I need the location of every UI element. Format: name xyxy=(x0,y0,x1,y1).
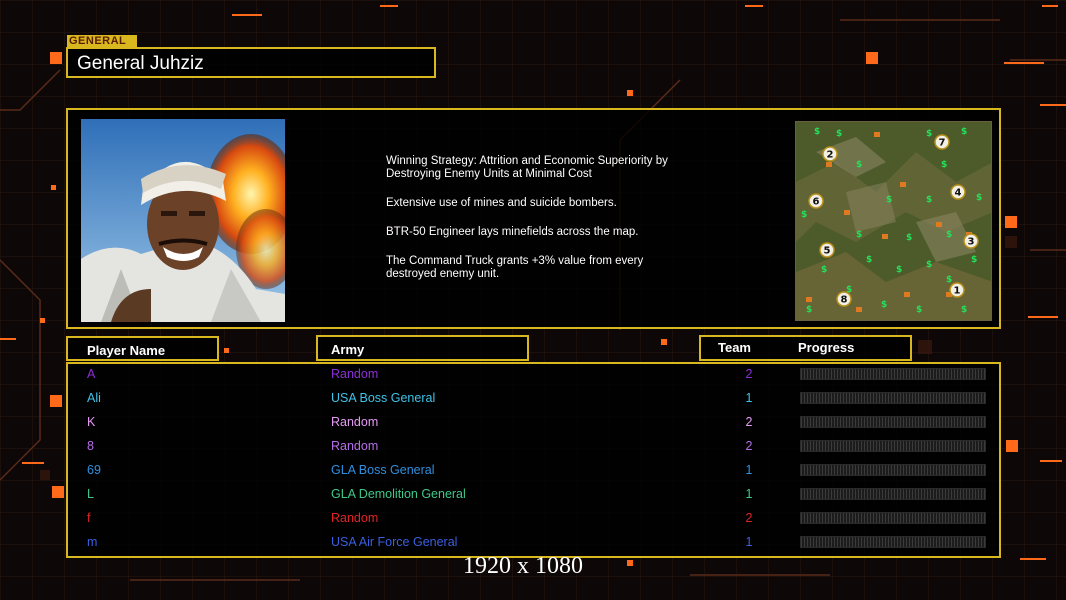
start-position-number: 7 xyxy=(939,138,946,149)
general-tag: GENERAL xyxy=(67,35,137,47)
column-header-army: Army xyxy=(316,335,529,361)
svg-text:$: $ xyxy=(856,230,862,240)
progress-bar xyxy=(800,464,986,476)
player-name: A xyxy=(87,367,96,381)
player-name: f xyxy=(87,511,91,525)
svg-text:$: $ xyxy=(961,127,967,137)
column-header-team: Team xyxy=(718,340,751,355)
svg-text:$: $ xyxy=(971,255,977,265)
start-position-number: 4 xyxy=(955,188,962,199)
svg-text:$: $ xyxy=(821,265,827,275)
svg-text:$: $ xyxy=(926,195,932,205)
player-row: A Random 2 xyxy=(68,364,999,388)
start-position-number: 1 xyxy=(954,286,961,297)
player-team: 1 xyxy=(745,463,753,477)
column-header-progress: Progress xyxy=(798,340,855,355)
general-name-box: General Juhziz xyxy=(66,47,436,78)
player-army: Random xyxy=(331,367,379,381)
column-header-team-progress: Team Progress xyxy=(699,335,912,361)
svg-text:$: $ xyxy=(836,129,842,139)
svg-text:$: $ xyxy=(856,160,862,170)
start-position-number: 2 xyxy=(827,150,834,161)
player-army: Random xyxy=(331,415,379,429)
progress-bar xyxy=(800,512,986,524)
player-row: L GLA Demolition General 1 xyxy=(68,484,999,508)
svg-text:$: $ xyxy=(806,305,812,315)
general-name: General Juhziz xyxy=(77,53,204,74)
player-row: 69 GLA Boss General 1 xyxy=(68,460,999,484)
strategy-line: Winning Strategy: Attrition and Economic… xyxy=(386,155,668,180)
svg-text:$: $ xyxy=(896,265,902,275)
player-team: 2 xyxy=(745,367,753,381)
player-row: K Random 2 xyxy=(68,412,999,436)
player-name: m xyxy=(87,535,98,549)
svg-text:$: $ xyxy=(941,160,947,170)
player-name: K xyxy=(87,415,96,429)
svg-text:$: $ xyxy=(866,255,872,265)
player-row: Ali USA Boss General 1 xyxy=(68,388,999,412)
player-team: 1 xyxy=(745,535,753,549)
svg-text:$: $ xyxy=(946,275,952,285)
player-army: GLA Demolition General xyxy=(331,487,466,501)
start-position-number: 5 xyxy=(824,246,831,257)
progress-bar xyxy=(800,392,986,404)
player-team: 1 xyxy=(745,391,753,405)
player-name: 8 xyxy=(87,439,94,453)
player-army: Random xyxy=(331,511,379,525)
general-portrait xyxy=(81,119,285,322)
svg-text:$: $ xyxy=(926,129,932,139)
svg-text:$: $ xyxy=(886,195,892,205)
player-list: A Random 2 Ali USA Boss General 1 K Random 2 8 Ran… xyxy=(66,362,1001,558)
player-team: 2 xyxy=(745,511,753,525)
svg-text:$: $ xyxy=(814,127,820,137)
player-team: 2 xyxy=(745,439,753,453)
resolution-label: 1920 x 1080 xyxy=(463,553,583,579)
progress-bar xyxy=(800,488,986,500)
map-preview[interactable]: $ $ $ $ $ $ $ $ $ $ $ $ $ $ $ $ $ $ $ $ $ $ $ $ 27643518 xyxy=(795,121,992,321)
svg-text:$: $ xyxy=(946,230,952,240)
svg-text:$: $ xyxy=(881,300,887,310)
player-name: L xyxy=(87,487,94,501)
progress-bar xyxy=(800,536,986,548)
svg-text:$: $ xyxy=(916,305,922,315)
svg-text:$: $ xyxy=(926,260,932,270)
progress-bar xyxy=(800,440,986,452)
player-army: USA Boss General xyxy=(331,391,436,405)
general-info-panel: Winning Strategy: Attrition and Economic… xyxy=(66,108,1001,329)
column-header-label: Army xyxy=(331,342,365,357)
column-header-label: Player Name xyxy=(87,343,166,358)
start-position-number: 8 xyxy=(841,295,848,306)
progress-bar xyxy=(800,368,986,380)
strategy-text: Winning Strategy: Attrition and Economic… xyxy=(386,155,746,297)
progress-bar xyxy=(800,416,986,428)
column-header-player-name: Player Name xyxy=(66,336,219,361)
player-army: Random xyxy=(331,439,379,453)
player-row: f Random 2 xyxy=(68,508,999,532)
player-army: USA Air Force General xyxy=(331,535,458,549)
player-name: Ali xyxy=(87,391,101,405)
strategy-line: The Command Truck grants +3% value from … xyxy=(386,255,644,280)
svg-text:$: $ xyxy=(976,193,982,203)
svg-text:$: $ xyxy=(906,233,912,243)
player-team: 1 xyxy=(745,487,753,501)
player-army: GLA Boss General xyxy=(331,463,435,477)
svg-text:$: $ xyxy=(961,305,967,315)
svg-text:$: $ xyxy=(801,210,807,220)
start-position-number: 6 xyxy=(813,197,820,208)
strategy-line: Extensive use of mines and suicide bombe… xyxy=(386,197,617,209)
player-row: 8 Random 2 xyxy=(68,436,999,460)
start-position-number: 3 xyxy=(968,237,975,248)
player-name: 69 xyxy=(87,463,101,477)
strategy-line: BTR-50 Engineer lays minefields across t… xyxy=(386,226,639,238)
player-team: 2 xyxy=(745,415,753,429)
